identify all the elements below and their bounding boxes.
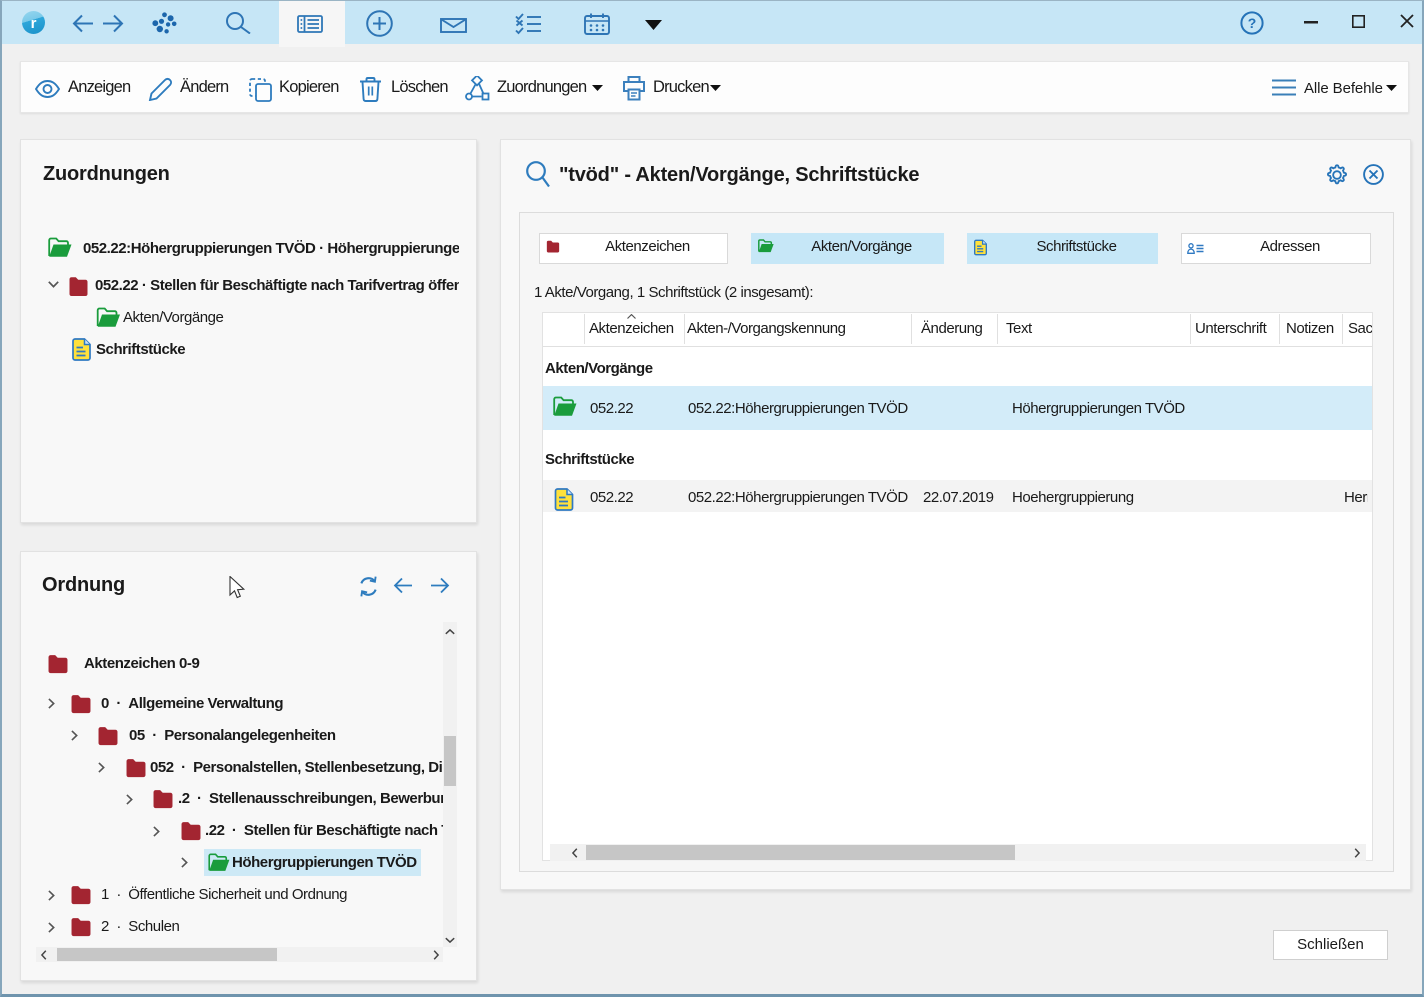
svg-text:r: r [31, 15, 37, 32]
svg-text:?: ? [1248, 15, 1257, 31]
